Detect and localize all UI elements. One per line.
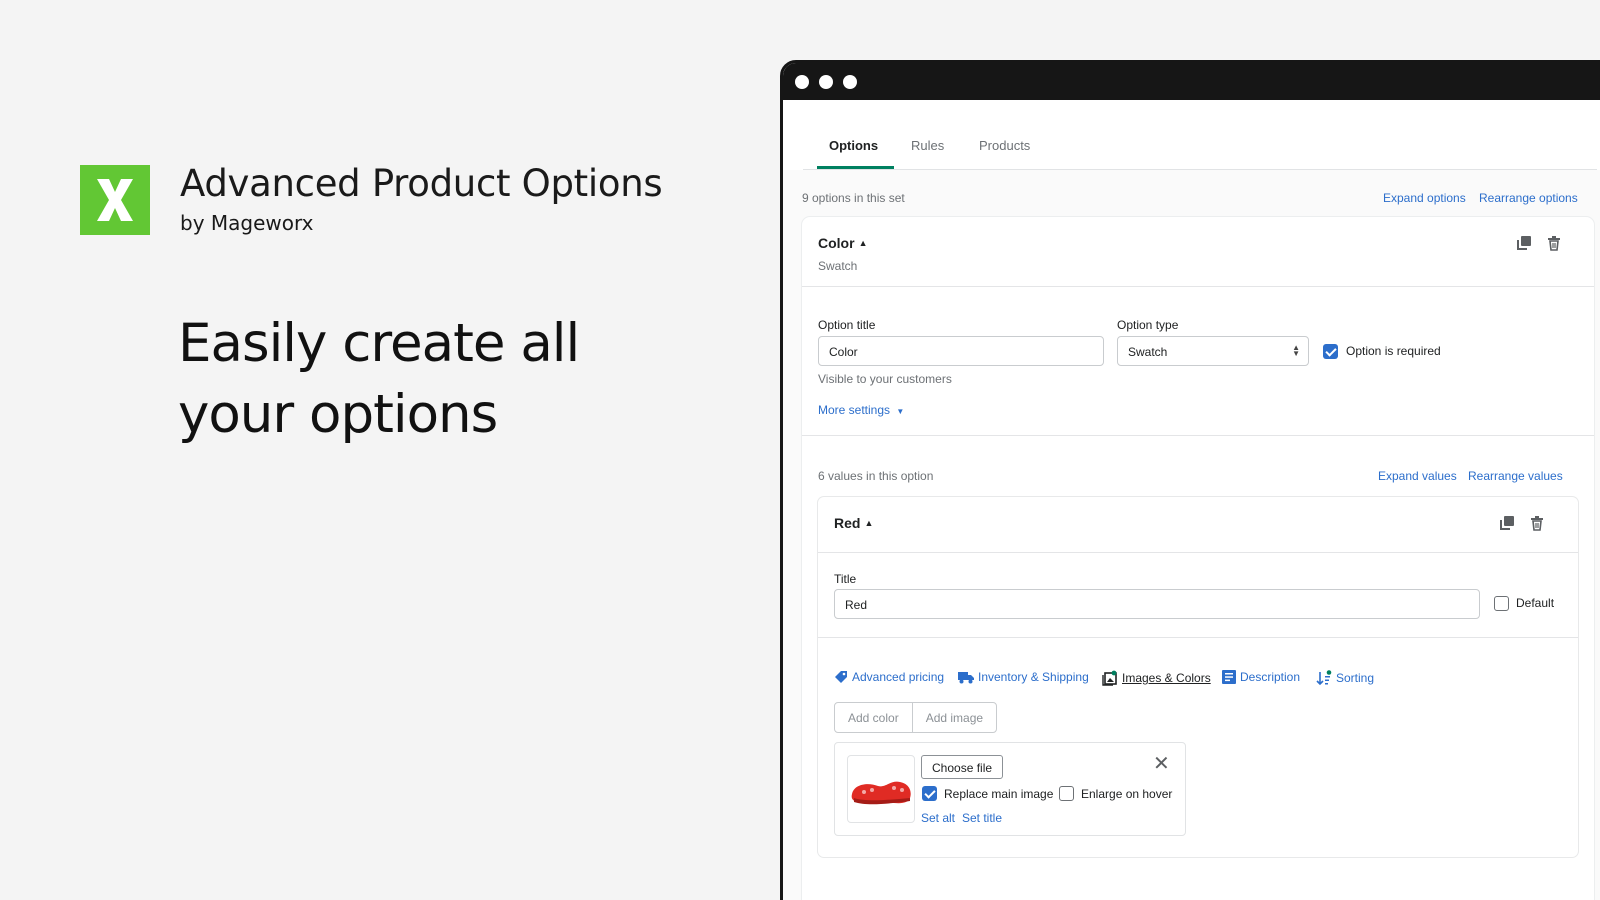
option-required-label: Option is required bbox=[1346, 344, 1441, 358]
browser-window: Options Rules Products 9 options in this… bbox=[780, 60, 1600, 900]
enlarge-on-hover-checkbox[interactable] bbox=[1059, 786, 1074, 801]
option-header[interactable]: Color ▲ Swatch bbox=[818, 235, 867, 273]
window-zoom-dot[interactable] bbox=[843, 74, 857, 89]
value-header[interactable]: Red ▲ bbox=[834, 515, 873, 533]
value-title-label: Title bbox=[834, 572, 857, 586]
subtab-label: Images & Colors bbox=[1122, 671, 1211, 685]
tab-products[interactable]: Products bbox=[979, 138, 1030, 153]
header-divider bbox=[802, 286, 1594, 287]
expand-options-link[interactable]: Expand options bbox=[1383, 191, 1466, 205]
default-checkbox[interactable] bbox=[1494, 596, 1509, 611]
rearrange-options-link[interactable]: Rearrange options bbox=[1479, 191, 1578, 205]
app-content: Options Rules Products 9 options in this… bbox=[783, 100, 1600, 900]
truck-icon bbox=[958, 672, 974, 684]
tab-bar: Options Rules Products bbox=[803, 100, 1597, 170]
close-icon[interactable]: ✕ bbox=[1153, 751, 1170, 776]
expand-values-link[interactable]: Expand values bbox=[1378, 469, 1457, 483]
option-type-select[interactable]: Swatch ▲ ▼ bbox=[1117, 336, 1309, 366]
media-button-group: Add color Add image bbox=[834, 702, 998, 733]
subtab-label: Inventory & Shipping bbox=[978, 670, 1089, 684]
brand-logo bbox=[80, 165, 150, 235]
set-title-link[interactable]: Set title bbox=[962, 811, 1002, 825]
value-title-input[interactable]: Red bbox=[834, 589, 1480, 619]
window-close-dot[interactable] bbox=[795, 74, 809, 89]
image-icon bbox=[1102, 670, 1117, 686]
more-settings-label: More settings bbox=[818, 403, 891, 417]
chevron-up-icon: ▲ bbox=[858, 238, 868, 248]
settings-divider bbox=[802, 435, 1594, 436]
set-alt-link[interactable]: Set alt bbox=[921, 811, 955, 825]
subtab-label: Advanced pricing bbox=[852, 670, 945, 684]
chevron-down-icon: ▼ bbox=[896, 407, 905, 416]
option-title-input[interactable]: Color bbox=[818, 336, 1104, 366]
brand-byline: by Mageworx bbox=[180, 211, 314, 235]
value-name: Red bbox=[834, 515, 861, 531]
default-label: Default bbox=[1516, 596, 1555, 610]
option-type-label: Option type bbox=[1117, 318, 1179, 332]
trash-icon[interactable] bbox=[1529, 515, 1545, 531]
option-type-value: Swatch bbox=[1128, 345, 1168, 359]
mageworx-x-icon bbox=[97, 179, 133, 221]
subtab-images-colors[interactable]: Images & Colors bbox=[1102, 670, 1211, 686]
product-thumbnail bbox=[847, 755, 915, 823]
window-titlebar bbox=[783, 63, 1600, 100]
option-card: Color ▲ Swatch Option title Color Visible… bbox=[802, 217, 1594, 900]
red-clog-image bbox=[851, 781, 911, 805]
subtab-inventory-shipping[interactable]: Inventory & Shipping bbox=[958, 670, 1089, 684]
replace-main-image-checkbox[interactable] bbox=[922, 786, 937, 801]
replace-main-image-label: Replace main image bbox=[944, 787, 1054, 801]
tab-options[interactable]: Options bbox=[829, 138, 878, 153]
window-minimize-dot[interactable] bbox=[819, 74, 833, 89]
option-title-help: Visible to your customers bbox=[818, 372, 952, 386]
headline: Easily create all your options bbox=[178, 313, 580, 445]
more-settings-link[interactable]: More settings ▼ bbox=[818, 403, 904, 417]
chevron-up-icon: ▲ bbox=[864, 518, 874, 528]
add-color-button[interactable]: Add color bbox=[835, 703, 912, 732]
active-tab-indicator bbox=[817, 166, 894, 169]
tab-rules[interactable]: Rules bbox=[911, 138, 944, 153]
subtab-description[interactable]: Description bbox=[1222, 670, 1300, 684]
duplicate-icon[interactable] bbox=[1499, 515, 1515, 531]
option-required-checkbox[interactable] bbox=[1323, 344, 1338, 359]
subtab-label: Sorting bbox=[1336, 671, 1375, 685]
values-count: 6 values in this option bbox=[818, 469, 934, 483]
option-title-label: Option title bbox=[818, 318, 876, 332]
option-type-subtitle: Swatch bbox=[818, 259, 858, 273]
option-name: Color bbox=[818, 235, 855, 251]
subtab-label: Description bbox=[1240, 670, 1301, 684]
duplicate-icon[interactable] bbox=[1516, 235, 1532, 251]
subtab-advanced-pricing[interactable]: Advanced pricing bbox=[834, 670, 944, 684]
subtab-sorting[interactable]: Sorting bbox=[1316, 670, 1374, 686]
options-count: 9 options in this set bbox=[802, 191, 905, 205]
brand-title: Advanced Product Options bbox=[180, 162, 663, 205]
value-card: Red ▲ Title Red Default Advanced pricing… bbox=[818, 497, 1578, 857]
rearrange-values-link[interactable]: Rearrange values bbox=[1468, 469, 1563, 483]
enlarge-on-hover-label: Enlarge on hover bbox=[1081, 787, 1173, 801]
tag-icon bbox=[835, 671, 847, 683]
add-image-button[interactable]: Add image bbox=[911, 703, 996, 732]
value-header-divider bbox=[818, 552, 1578, 553]
value-settings-area: Advanced pricing Inventory & Shipping Im… bbox=[818, 638, 1578, 857]
document-icon bbox=[1222, 670, 1236, 684]
sort-icon bbox=[1316, 670, 1332, 686]
image-item: Choose file ✕ Replace main image Enlarge… bbox=[834, 742, 1186, 836]
trash-icon[interactable] bbox=[1546, 235, 1562, 251]
choose-file-button[interactable]: Choose file bbox=[921, 755, 1004, 779]
select-arrows-icon: ▲ ▼ bbox=[1292, 343, 1300, 358]
